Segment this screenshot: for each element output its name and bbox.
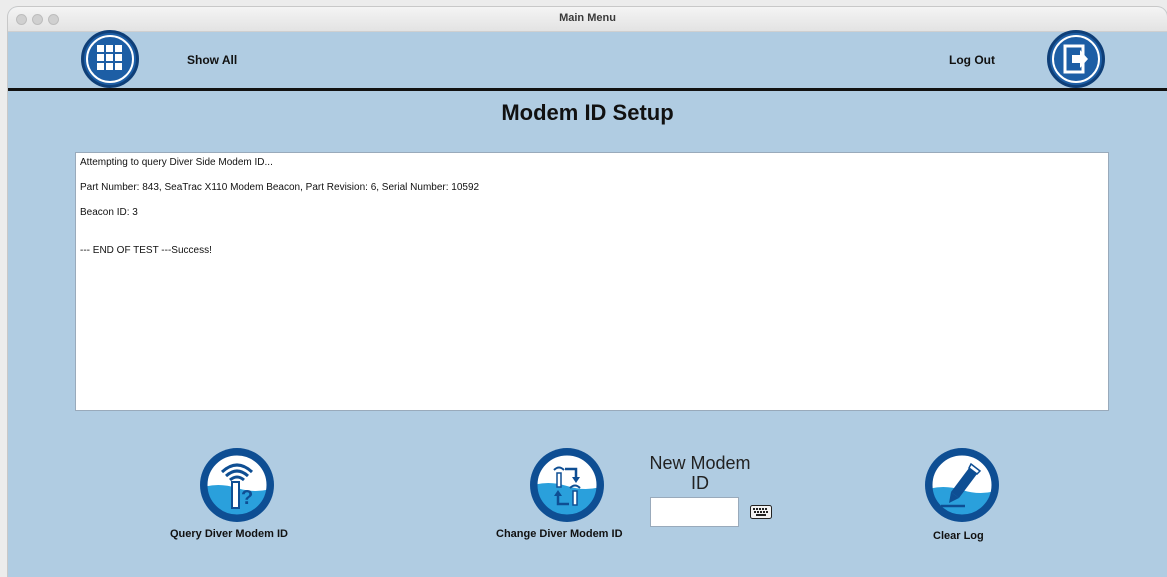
clear-log-button[interactable] — [925, 448, 999, 522]
modem-swap-icon — [534, 452, 600, 518]
query-modem-id-button[interactable]: ? — [200, 448, 274, 522]
show-all-button[interactable] — [81, 30, 139, 88]
logout-button[interactable] — [1047, 30, 1105, 88]
log-line: --- END OF TEST ---Success! — [80, 245, 212, 256]
log-line: Beacon ID: 3 — [80, 207, 138, 218]
keyboard-icon[interactable] — [750, 505, 772, 519]
main-window: Main Menu Show All Log Out Modem ID Setu… — [8, 7, 1167, 577]
show-all-label[interactable]: Show All — [187, 53, 237, 67]
header-divider — [8, 88, 1167, 91]
title-bar: Main Menu — [8, 7, 1167, 32]
clear-log-label: Clear Log — [933, 530, 984, 542]
page-title: Modem ID Setup — [501, 100, 674, 125]
exit-door-icon — [1052, 35, 1100, 83]
logout-label[interactable]: Log Out — [949, 53, 995, 67]
log-output[interactable]: Attempting to query Diver Side Modem ID.… — [75, 152, 1109, 411]
query-modem-id-label: Query Diver Modem ID — [170, 528, 288, 540]
change-modem-id-button[interactable] — [530, 448, 604, 522]
log-line: Attempting to query Diver Side Modem ID.… — [80, 157, 273, 168]
modem-query-icon: ? — [204, 452, 270, 518]
window-title: Main Menu — [559, 12, 616, 24]
pen-icon — [929, 452, 995, 518]
log-line: Part Number: 843, SeaTrac X110 Modem Bea… — [80, 182, 480, 193]
svg-text:?: ? — [241, 487, 253, 509]
change-modem-id-label: Change Diver Modem ID — [496, 528, 623, 540]
grid-icon — [86, 35, 134, 83]
new-modem-id-label: New Modem ID — [638, 453, 762, 493]
new-modem-id-label-line2: ID — [691, 473, 709, 493]
new-modem-id-label-line1: New Modem — [649, 453, 751, 473]
new-modem-id-input[interactable] — [650, 497, 739, 527]
